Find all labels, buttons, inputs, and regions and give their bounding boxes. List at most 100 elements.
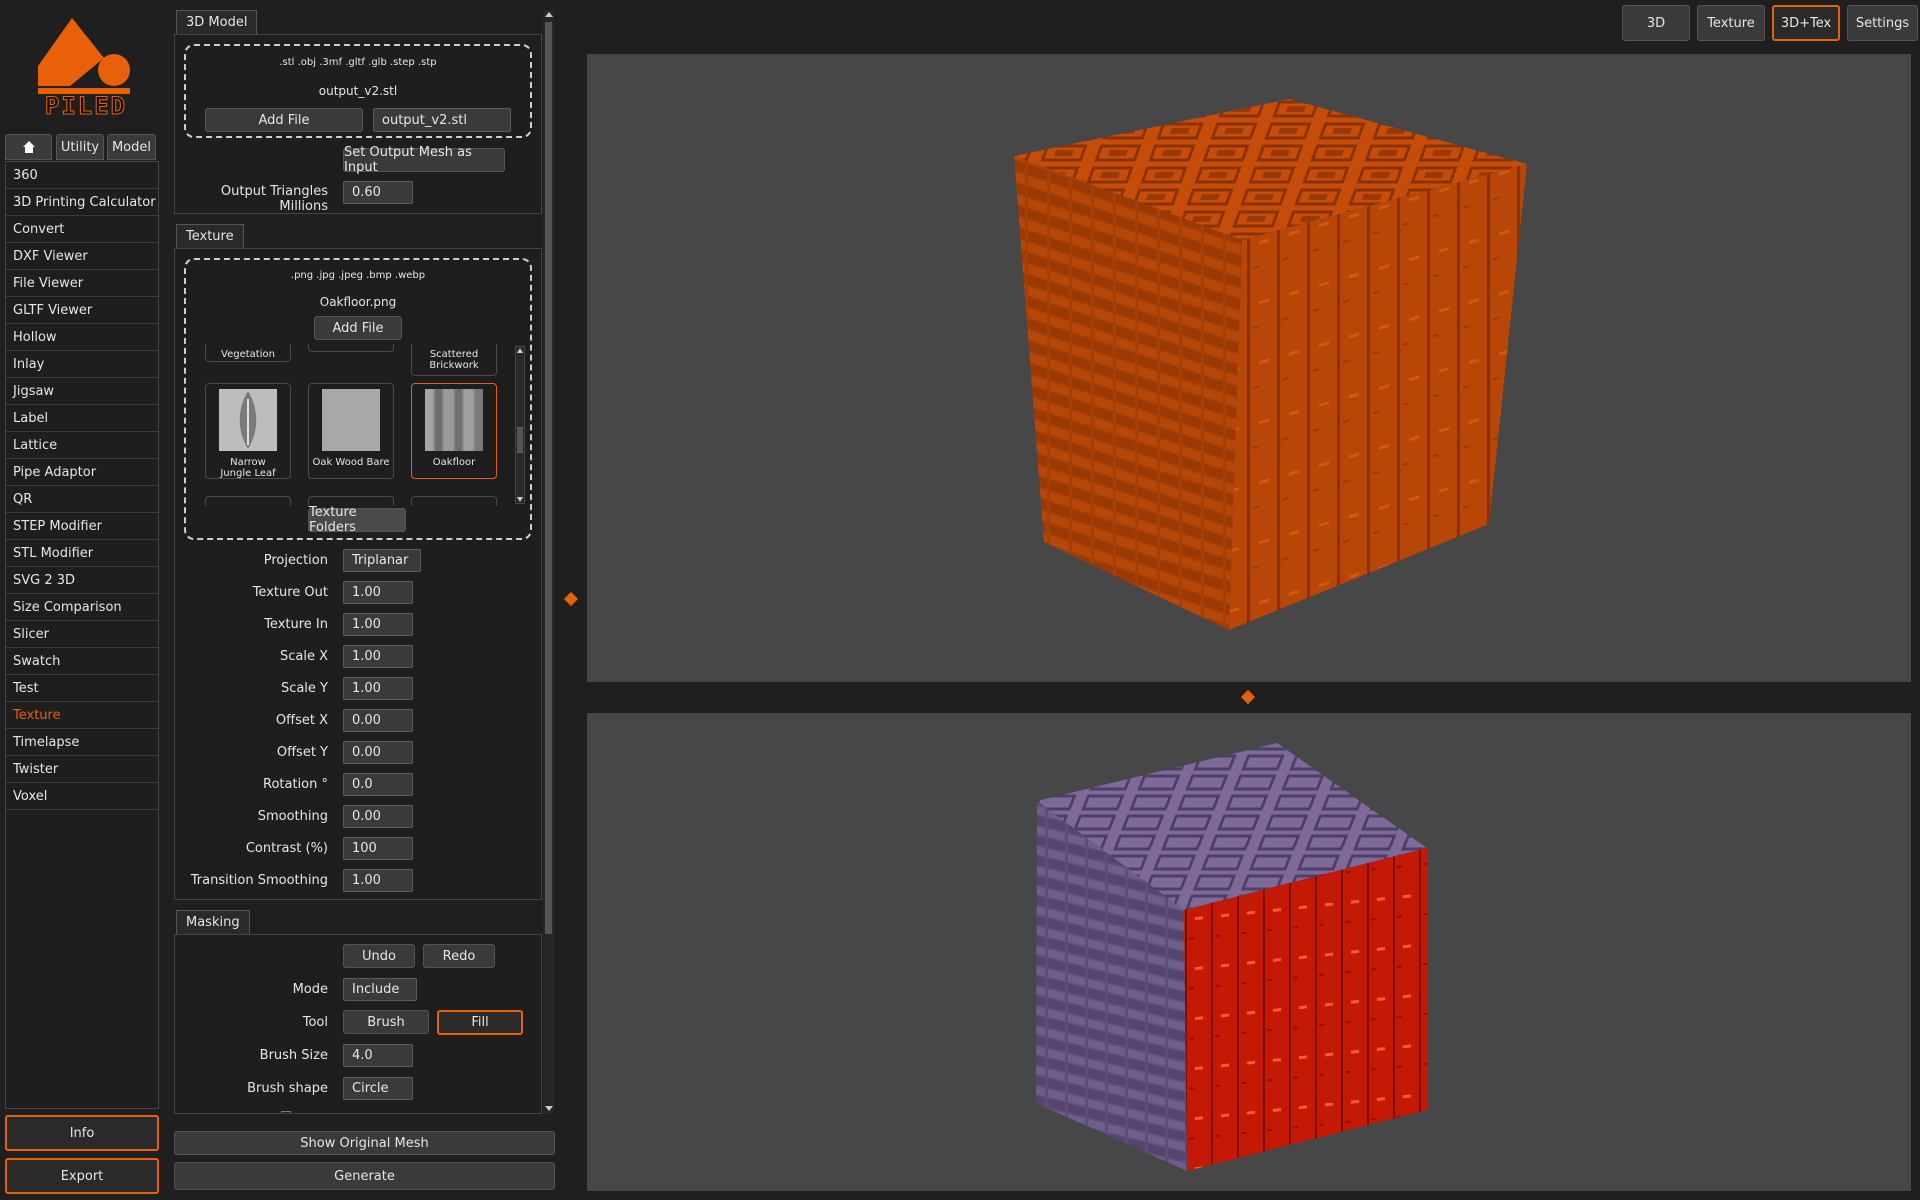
tab-masking[interactable]: Masking: [176, 910, 250, 934]
show-original-mesh-button[interactable]: Show Original Mesh: [174, 1131, 555, 1155]
scale-y-input[interactable]: 1.00: [343, 677, 413, 700]
scale-x-label: Scale X: [279, 649, 328, 664]
texture-tile-narrow-jungle-leaf[interactable]: Narrow Jungle Leaf: [205, 383, 291, 479]
mode-select[interactable]: Include: [343, 978, 417, 1001]
texture-out-input[interactable]: 1.00: [343, 581, 413, 604]
scroll-up-icon[interactable]: [517, 348, 523, 353]
sidebar-item-size-comparison[interactable]: Size Comparison: [6, 594, 158, 621]
offset-y-input[interactable]: 0.00: [343, 741, 413, 764]
leaf-thumbnail-icon: [219, 389, 277, 451]
home-tab[interactable]: [5, 134, 52, 160]
texture-grid-scrollbar[interactable]: [515, 346, 525, 504]
sidebar-item-qr[interactable]: QR: [6, 486, 158, 513]
texture-tile-vegetation[interactable]: Vegetation: [205, 344, 291, 362]
set-output-mesh-button[interactable]: Set Output Mesh as Input: [343, 145, 505, 175]
sidebar-item-step-modifier[interactable]: STEP Modifier: [6, 513, 158, 540]
redo-button[interactable]: Redo: [423, 944, 495, 968]
contrast-label: Contrast (%): [245, 841, 328, 856]
texture-tile-label: Oakfloor: [432, 457, 476, 468]
triangles-label: Output Triangles Millions: [220, 184, 328, 214]
sidebar-item-test[interactable]: Test: [6, 675, 158, 702]
sidebar-item-timelapse[interactable]: Timelapse: [6, 729, 158, 756]
smoothing-input[interactable]: 0.00: [343, 805, 413, 828]
app-logo: PILED: [36, 14, 136, 121]
sidebar-item-twister[interactable]: Twister: [6, 756, 158, 783]
offset-x-input[interactable]: 0.00: [343, 709, 413, 732]
sidebar-item-texture[interactable]: Texture: [6, 702, 158, 729]
viewport-3d-tex[interactable]: [587, 713, 1911, 1191]
scrollbar-thumb[interactable]: [517, 427, 523, 453]
texture-tile-oak-wood-bare[interactable]: Oak Wood Bare: [308, 383, 394, 479]
sidebar-item-convert[interactable]: Convert: [6, 216, 158, 243]
collapse-panel-handle[interactable]: [563, 591, 579, 607]
texture-tile-scattered-brickwork[interactable]: Scattered Brickwork: [411, 344, 497, 376]
texture-in-input[interactable]: 1.00: [343, 613, 413, 636]
export-button[interactable]: Export: [5, 1158, 159, 1194]
view-tab-3d[interactable]: 3D: [1622, 5, 1690, 41]
undo-button[interactable]: Undo: [343, 944, 415, 968]
viewport-3d[interactable]: [587, 54, 1911, 682]
textured-cube-orange: [1014, 99, 1527, 630]
texture-add-file-button[interactable]: Add File: [314, 316, 402, 340]
texture-tile[interactable]: [205, 496, 291, 506]
sidebar-item-dxf-viewer[interactable]: DXF Viewer: [6, 243, 158, 270]
tab-texture[interactable]: Texture: [176, 224, 244, 248]
split-handle[interactable]: [1240, 689, 1256, 705]
sidebar-item-3d-printing-calculator[interactable]: 3D Printing Calculator: [6, 189, 158, 216]
generate-button[interactable]: Generate: [174, 1162, 555, 1190]
brush-size-label: Brush Size: [259, 1048, 328, 1063]
model-add-file-button[interactable]: Add File: [205, 108, 363, 132]
sidebar-item-svg-2-3d[interactable]: SVG 2 3D: [6, 567, 158, 594]
info-button[interactable]: Info: [5, 1115, 159, 1151]
tab-3d-model[interactable]: 3D Model: [176, 10, 258, 34]
tool-brush-button[interactable]: Brush: [343, 1010, 429, 1034]
view-tab-3d-tex[interactable]: 3D+Tex: [1772, 5, 1840, 41]
sidebar-item-gltf-viewer[interactable]: GLTF Viewer: [6, 297, 158, 324]
view-tab-settings[interactable]: Settings: [1847, 5, 1918, 41]
texture-tile-label: Oak Wood Bare: [312, 457, 390, 468]
scale-y-label: Scale Y: [280, 681, 328, 696]
sidebar-item-swatch[interactable]: Swatch: [6, 648, 158, 675]
model-filename: output_v2.stl: [318, 84, 398, 98]
tab-utility[interactable]: Utility: [56, 134, 104, 160]
sidebar-item-label[interactable]: Label: [6, 405, 158, 432]
sidebar-item-stl-modifier[interactable]: STL Modifier: [6, 540, 158, 567]
mode-label: Mode: [292, 982, 328, 997]
sidebar-item-jigsaw[interactable]: Jigsaw: [6, 378, 158, 405]
texture-tile-label: Vegetation: [221, 349, 275, 360]
scroll-up-icon[interactable]: [545, 12, 553, 17]
sidebar-item-file-viewer[interactable]: File Viewer: [6, 270, 158, 297]
sidebar-item-voxel[interactable]: Voxel: [6, 783, 158, 810]
projection-select[interactable]: Triplanar: [343, 549, 421, 572]
texture-folders-button[interactable]: Texture Folders: [308, 505, 406, 535]
texture-grid: Vegetation Scattered Brickwork Narrow Ju…: [200, 344, 514, 506]
scroll-down-icon[interactable]: [545, 1106, 553, 1111]
sidebar-item-360[interactable]: 360: [6, 162, 158, 189]
panel-scrollbar[interactable]: [543, 10, 554, 1114]
texture-tile[interactable]: [411, 496, 497, 506]
view-tabs: 3D Texture 3D+Tex Settings: [1622, 5, 1918, 41]
tool-fill-button[interactable]: Fill: [437, 1010, 523, 1035]
brush-size-input[interactable]: 4.0: [343, 1044, 413, 1067]
offset-y-label: Offset Y: [276, 745, 328, 760]
sidebar-item-lattice[interactable]: Lattice: [6, 432, 158, 459]
triangles-input[interactable]: 0.60: [343, 181, 413, 204]
transition-smoothing-input[interactable]: 1.00: [343, 869, 413, 892]
view-tab-texture[interactable]: Texture: [1697, 5, 1765, 41]
sidebar-item-inlay[interactable]: Inlay: [6, 351, 158, 378]
brush-shape-select[interactable]: Circle: [343, 1077, 413, 1100]
rotation-input[interactable]: 0.0: [343, 773, 413, 796]
sidebar-item-pipe-adaptor[interactable]: Pipe Adaptor: [6, 459, 158, 486]
scale-x-input[interactable]: 1.00: [343, 645, 413, 668]
logo-text: PILED: [44, 92, 128, 121]
offset-x-label: Offset X: [275, 713, 328, 728]
scrollbar-thumb[interactable]: [545, 22, 552, 934]
scroll-down-icon[interactable]: [517, 497, 523, 502]
sidebar-item-hollow[interactable]: Hollow: [6, 324, 158, 351]
texture-tile-oakfloor[interactable]: Oakfloor: [411, 383, 497, 479]
contrast-input[interactable]: 100: [343, 837, 413, 860]
texture-tile[interactable]: [308, 344, 394, 352]
tab-model[interactable]: Model: [107, 134, 156, 160]
model-file-select[interactable]: output_v2.stl: [373, 108, 511, 132]
sidebar-item-slicer[interactable]: Slicer: [6, 621, 158, 648]
